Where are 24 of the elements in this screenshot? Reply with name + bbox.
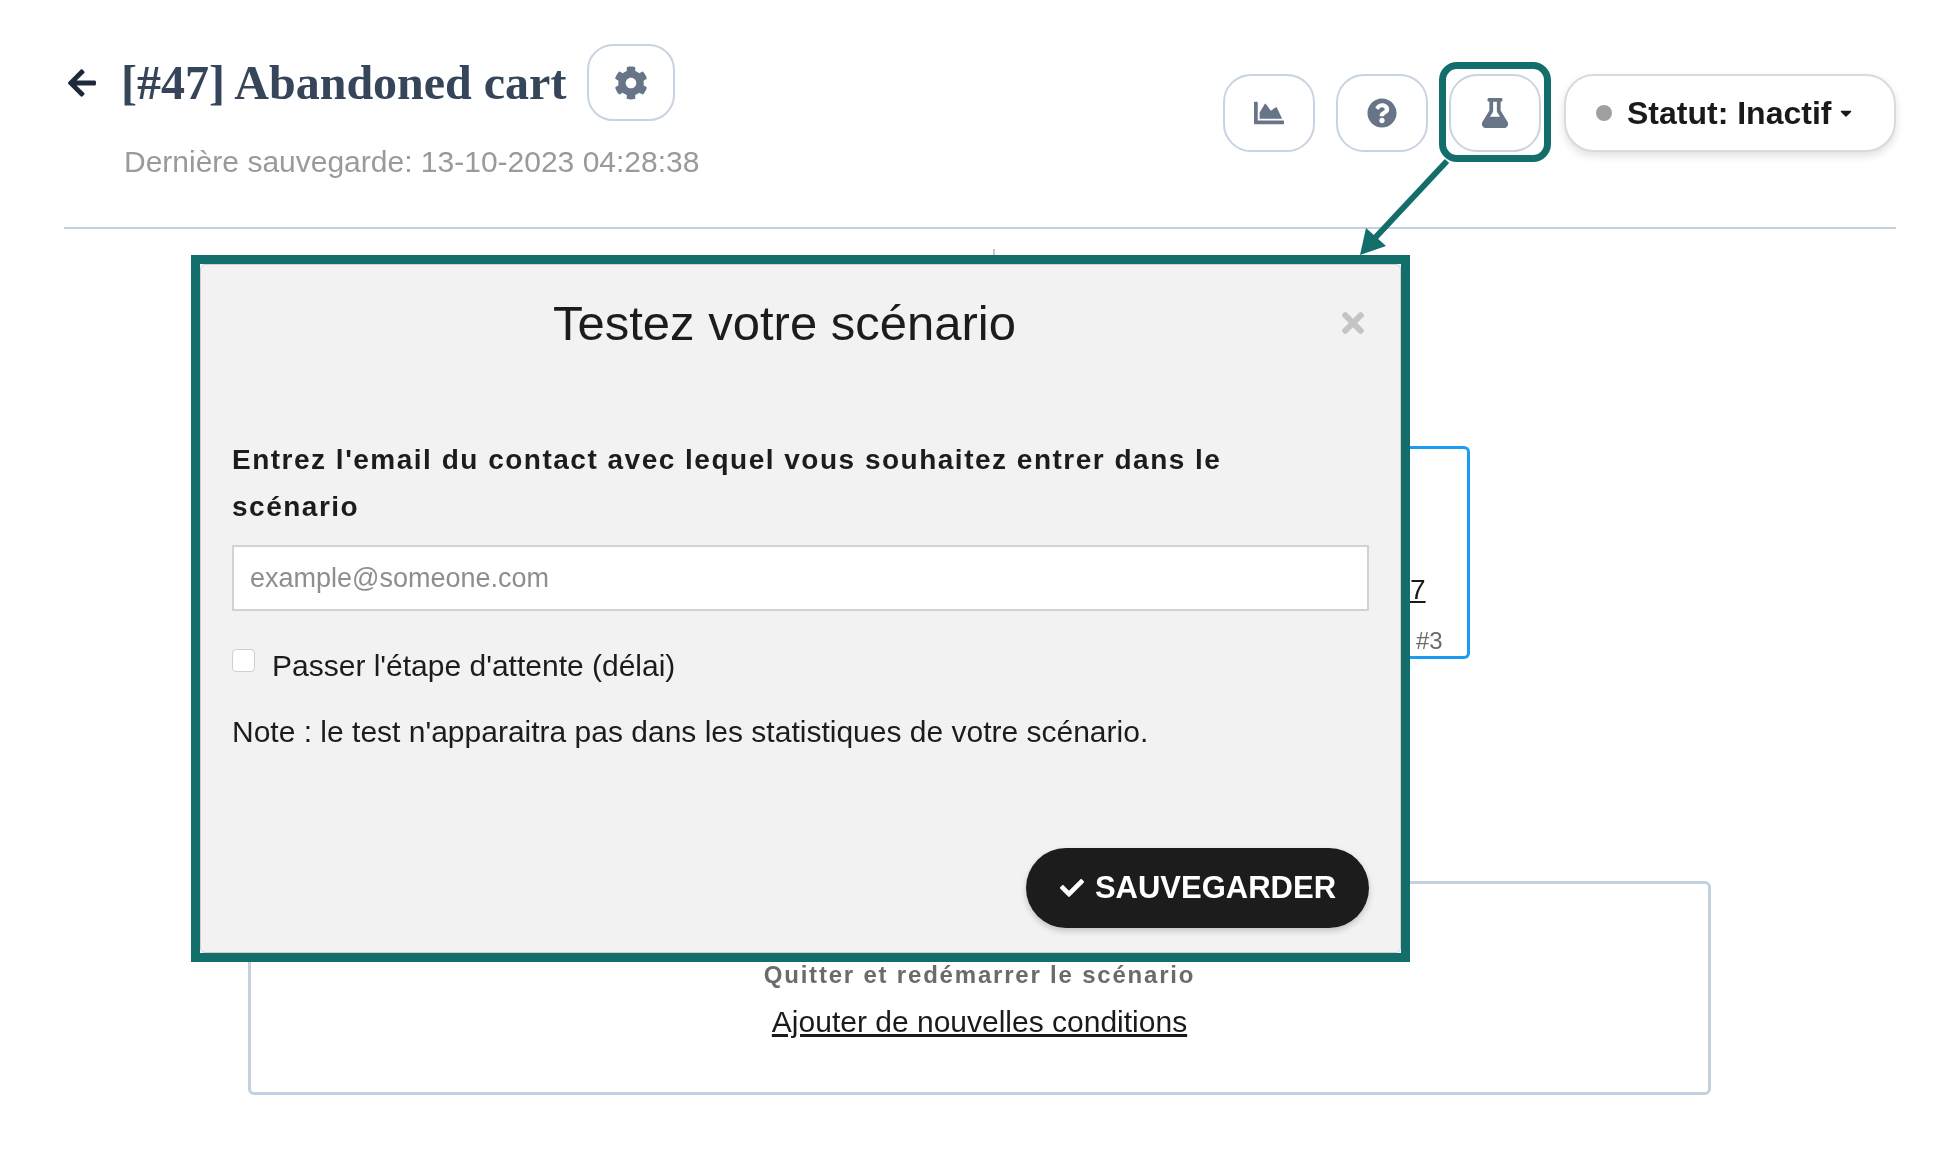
help-icon [1366,98,1398,128]
check-icon [1058,876,1085,900]
test-button[interactable] [1449,74,1541,152]
email-input[interactable]: example@someone.com [232,545,1369,611]
settings-icon [614,65,649,100]
modal-title: Testez votre scénario [552,295,1017,352]
test-note: Note : le test n'apparaitra pas dans les statistiques de votre scénario. [232,715,1150,749]
last-saved-text: Dernière sauvegarde: 13-10-2023 04:28:38 [124,144,700,180]
skip-delay-checkbox[interactable] [232,649,255,672]
scenario-title: [#47] Abandoned cart [121,54,567,111]
add-conditions-link[interactable]: Ajouter de nouvelles conditions [771,1004,1188,1040]
condition-caption: Quitter et redémarrer le scénario [763,960,1196,990]
step-link[interactable]: 7 [1410,573,1426,607]
step-card[interactable]: 7 #3 [1410,446,1470,659]
status-dropdown[interactable]: Statut: Inactif [1564,74,1896,152]
skip-delay-label[interactable]: Passer l'étape d'attente (délai) [272,649,676,683]
help-button[interactable] [1336,74,1428,152]
email-label: Entrez l'email du contact avec lequel vous souhaitez entrer dans le scénario [232,443,1223,524]
flask-icon [1479,98,1511,128]
save-button[interactable]: SAUVEGARDER [1026,848,1369,928]
step-number: #3 [1416,626,1443,656]
back-arrow-icon[interactable] [65,66,99,99]
settings-button[interactable] [587,44,676,121]
statistics-button[interactable] [1223,74,1315,152]
